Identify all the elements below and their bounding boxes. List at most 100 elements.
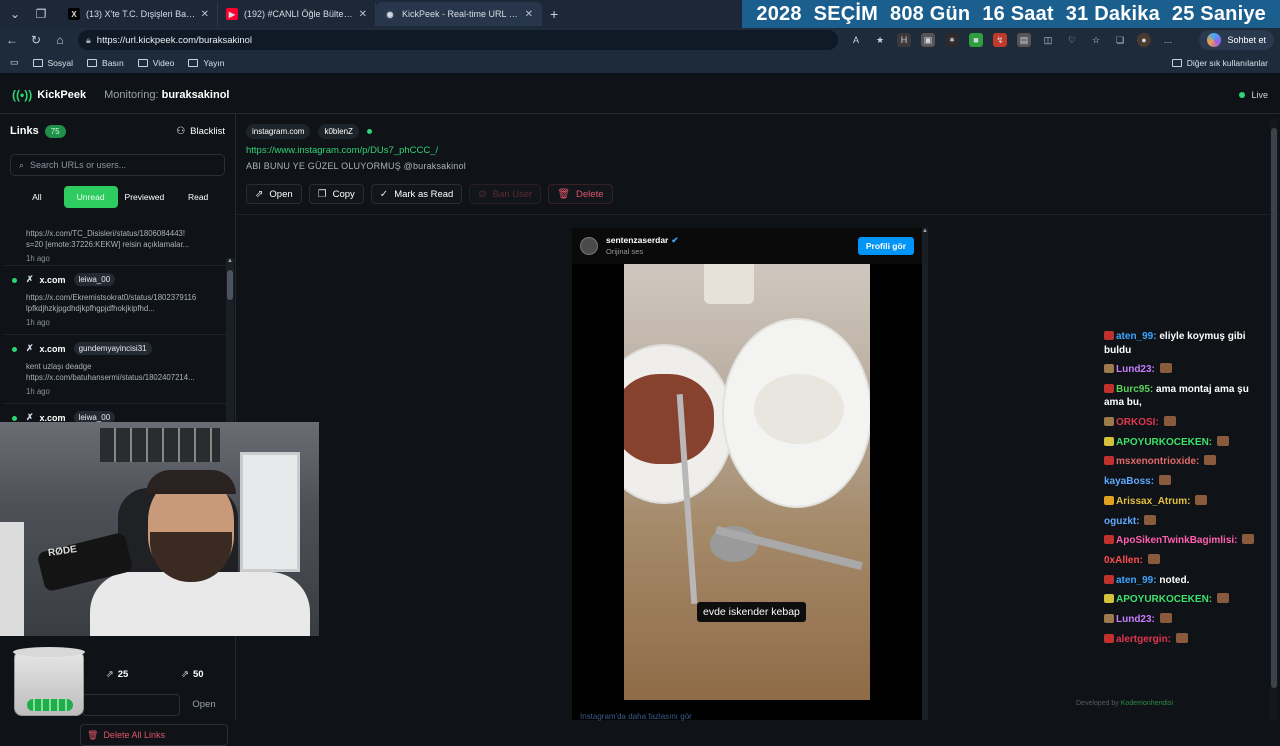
scroll-up-icon[interactable]: ▲	[922, 228, 928, 234]
extension-icon-6[interactable]: ▤	[1017, 33, 1031, 47]
bookmark-basin[interactable]: Basın	[87, 58, 124, 68]
blacklist-button[interactable]: ⚇ Blacklist	[176, 126, 225, 137]
list-item-line: https://x.com/batuhansermi/status/180240…	[26, 373, 195, 382]
folder-icon	[188, 58, 199, 67]
tab-actions-chevron-icon[interactable]: ⌄	[4, 3, 26, 25]
lock-icon: 🔒︎	[86, 34, 91, 45]
extension-icon-4[interactable]: ■	[969, 33, 983, 47]
scrollbar-thumb[interactable]	[227, 270, 233, 300]
link-url[interactable]: https://www.instagram.com/p/DUs7_phCCC_/	[246, 145, 438, 156]
custom-count-input[interactable]	[82, 694, 180, 716]
list-item[interactable]: ✗ x.com leiwa_00 https://x.com/Ekremistsokr…	[4, 266, 226, 335]
read-aloud-icon[interactable]: A	[849, 33, 863, 47]
unread-dot-icon	[12, 347, 17, 352]
video-player[interactable]: evde iskender kebap	[624, 264, 870, 700]
list-item[interactable]: ✗ x.com gundemyayincisi31 kent uzlaşı deadg…	[4, 335, 226, 404]
bookmark-label: Yayın	[203, 57, 225, 68]
chat-emote-icon	[1147, 553, 1160, 564]
close-icon[interactable]: ✕	[359, 9, 367, 20]
home-icon[interactable]: ⌂	[48, 28, 72, 52]
search-input[interactable]: ⌕ Search URLs or users...	[10, 154, 225, 176]
check-icon: ✓	[379, 188, 389, 200]
extension-icon-5[interactable]: ↯	[993, 33, 1007, 47]
chat-badge-icon	[1104, 574, 1114, 584]
more-menu-icon[interactable]: …	[1161, 33, 1175, 47]
filter-previewed[interactable]: Previewed	[118, 186, 172, 208]
filter-unread[interactable]: Unread	[63, 186, 118, 208]
split-screen-icon[interactable]: ◫	[1041, 33, 1055, 47]
page-scrollbar[interactable]	[1270, 118, 1278, 720]
browser-essentials-icon[interactable]: ♡	[1065, 33, 1079, 47]
developer-credit: Developed by Kodemonhendisi	[1076, 700, 1173, 707]
bookmark-yayin[interactable]: Yayın	[188, 58, 224, 68]
extension-icon-3[interactable]: ✶	[945, 33, 959, 47]
bookmark-video[interactable]: Video	[137, 58, 174, 68]
chat-username: APOYURKOCEKEN:	[1116, 594, 1213, 606]
extension-icon-1[interactable]: H	[897, 33, 911, 47]
refresh-icon[interactable]: ↻	[24, 28, 48, 52]
new-tab-button[interactable]: +	[550, 6, 558, 22]
close-icon[interactable]: ✕	[201, 9, 209, 20]
tab-favicon-icon: X	[68, 8, 80, 20]
url-field[interactable]: 🔒︎ https://url.kickpeek.com/buraksakinol	[78, 30, 838, 50]
mark-as-read-button[interactable]: ✓ Mark as Read	[370, 184, 463, 204]
favorites-icon[interactable]: ☆	[1089, 33, 1103, 47]
folder-icon	[137, 58, 148, 67]
avatar[interactable]	[580, 237, 598, 255]
list-item-text: https://x.com/TC_Disisleri/status/180608…	[26, 228, 218, 250]
browser-tab-1[interactable]: X (13) X'te T.C. Dışişleri Bakanlığı "S… ✕	[60, 2, 218, 26]
favorite-star-icon[interactable]: ★	[873, 33, 887, 47]
chat-emote-icon	[1159, 612, 1172, 623]
copy-link-button[interactable]: ❐ Copy	[308, 184, 364, 204]
x-logo-icon: ✗	[26, 343, 34, 353]
filter-all[interactable]: All	[10, 186, 64, 208]
scrollbar-thumb[interactable]	[1271, 128, 1277, 688]
chat-message: Lund23:	[1104, 363, 1264, 377]
chat-badge-icon	[1104, 417, 1114, 427]
jar-contents	[27, 699, 73, 711]
copilot-chat-button[interactable]: Sohbet et	[1199, 30, 1274, 50]
chat-badge-icon	[1104, 436, 1114, 446]
bookmark-sosyal[interactable]: Sosyal	[32, 58, 73, 68]
workspaces-icon[interactable]: ❐	[30, 3, 52, 25]
delete-all-links-button[interactable]: 🗑︎ Delete All Links	[80, 724, 228, 746]
delete-link-button[interactable]: 🗑︎ Delete	[548, 184, 613, 204]
profile-avatar-icon[interactable]: ●	[1137, 33, 1151, 47]
open-50-button[interactable]: ⇗ 50	[181, 669, 204, 680]
view-profile-button[interactable]: Profili gör	[857, 237, 914, 255]
collections-icon[interactable]: ❏	[1113, 33, 1127, 47]
tab-title: (192) #CANLI Öğle Bülteni | Can C…	[244, 9, 355, 19]
embed-scrollbar[interactable]: ▲	[922, 228, 928, 720]
browser-tab-2[interactable]: ▶ (192) #CANLI Öğle Bülteni | Can C… ✕	[218, 2, 376, 26]
live-indicator: Live	[1239, 90, 1268, 100]
scroll-up-icon[interactable]: ▲	[227, 258, 233, 264]
folder-icon	[32, 58, 43, 67]
list-item[interactable]: https://x.com/TC_Disisleri/status/180608…	[4, 220, 226, 266]
list-item-text: kent uzlaşı deadge https://x.com/batuhans…	[26, 361, 218, 383]
list-item-domain: x.com	[39, 274, 66, 285]
close-icon[interactable]: ✕	[525, 9, 533, 20]
ban-user-button[interactable]: ⊘ Ban User	[469, 184, 542, 204]
open-25-button[interactable]: ⇗ 25	[106, 669, 129, 680]
filter-read[interactable]: Read	[171, 186, 225, 208]
folder-icon	[87, 58, 98, 67]
open-link-button[interactable]: ⇗ Open	[246, 184, 302, 204]
other-bookmarks[interactable]: Diğer sık kullanılanlar	[1171, 58, 1268, 68]
list-item-time: 1h ago	[26, 387, 50, 396]
extension-icon-2[interactable]: ▣	[921, 33, 935, 47]
x-logo-icon: ✗	[26, 274, 34, 284]
chat-badge-icon	[1104, 633, 1114, 643]
chat-emote-icon	[1195, 494, 1208, 505]
list-item-user: leiwa_00	[73, 273, 116, 286]
links-count-badge: 75	[44, 124, 66, 138]
browser-tab-3[interactable]: ◉ KickPeek - Real-time URL Cra… ✕	[376, 2, 542, 26]
tab-list-icon[interactable]: ▭	[10, 57, 19, 68]
countdown-days: 808 Gün	[890, 2, 971, 25]
back-arrow-icon[interactable]: ←	[0, 28, 24, 52]
copilot-icon	[1207, 33, 1222, 47]
embed-username[interactable]: sentenzaserdar	[606, 235, 668, 245]
sender-user-chip[interactable]: k0blenZ	[318, 124, 359, 139]
open-button[interactable]: Open	[180, 694, 228, 716]
unread-dot-icon	[12, 416, 17, 421]
streamer-hair	[146, 470, 236, 494]
